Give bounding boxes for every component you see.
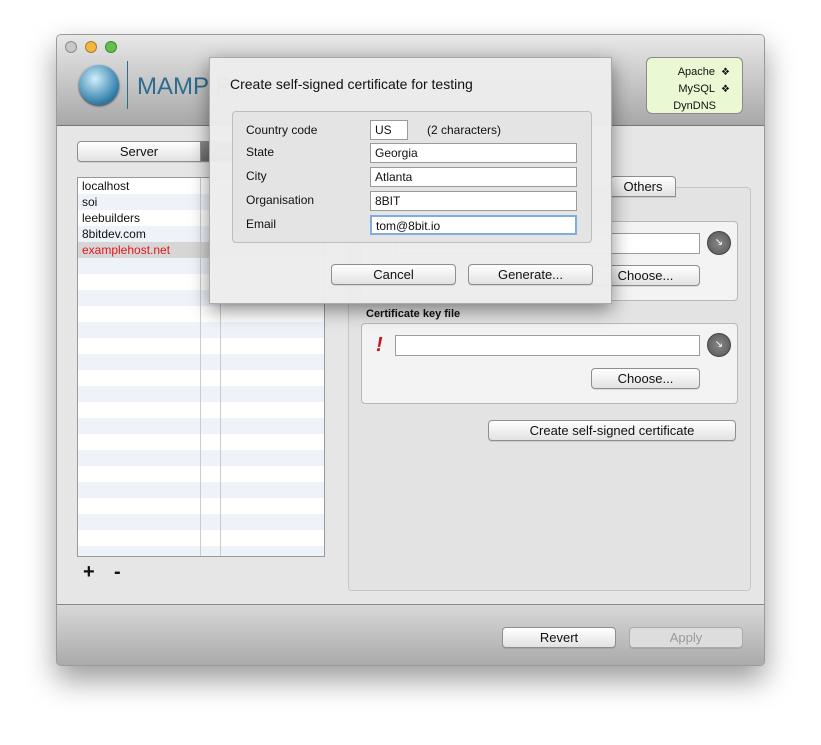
server-status-panel: Apache ❖ MySQL ❖ DynDNS	[646, 57, 743, 114]
list-item[interactable]: leebuilders	[78, 210, 200, 226]
diamond-icon: ❖	[721, 67, 730, 78]
reveal-folder-icon[interactable]: ↘	[707, 333, 731, 357]
country-code-label: Country code	[246, 123, 318, 137]
organisation-label: Organisation	[246, 193, 315, 207]
minimize-button[interactable]	[85, 41, 97, 53]
email-input[interactable]: tom@8bit.io	[370, 215, 577, 235]
list-item[interactable]: soi	[78, 194, 200, 210]
dialog-form: Country code US (2 characters) State Geo…	[232, 111, 592, 243]
reveal-folder-icon[interactable]: ↘	[707, 231, 731, 255]
warning-icon: !	[376, 334, 383, 356]
country-code-hint: (2 characters)	[427, 123, 502, 137]
close-button[interactable]	[65, 41, 77, 53]
status-mysql: MySQL ❖	[678, 83, 730, 95]
state-label: State	[246, 145, 275, 159]
city-input[interactable]: Atlanta	[370, 167, 577, 187]
country-code-input[interactable]: US	[370, 120, 408, 140]
choose-key-button[interactable]: Choose...	[591, 368, 700, 389]
status-dyndns: DynDNS	[673, 100, 716, 112]
certificate-key-group: ! ↘ Choose...	[361, 323, 738, 404]
state-input[interactable]: Georgia	[370, 143, 577, 163]
dialog-title: Create self-signed certificate for testi…	[230, 76, 473, 92]
apply-button: Apply	[629, 627, 743, 648]
segment-server[interactable]: Server	[77, 141, 201, 162]
certificate-key-input[interactable]	[395, 335, 700, 356]
cancel-button[interactable]: Cancel	[331, 264, 456, 285]
status-apache: Apache ❖	[677, 66, 730, 78]
create-certificate-dialog: Create self-signed certificate for testi…	[209, 57, 612, 304]
create-self-signed-certificate-button[interactable]: Create self-signed certificate	[488, 420, 736, 441]
organisation-input[interactable]: 8BIT	[370, 191, 577, 211]
divider	[127, 61, 128, 109]
city-label: City	[246, 169, 267, 183]
tab-others[interactable]: Others	[610, 176, 676, 197]
mamp-logo-icon	[79, 65, 119, 105]
list-item[interactable]: 8bitdev.com	[78, 226, 200, 242]
zoom-button[interactable]	[105, 41, 117, 53]
diamond-icon: ❖	[721, 84, 730, 95]
add-host-button[interactable]: +	[83, 561, 95, 584]
remove-host-button[interactable]: -	[114, 561, 121, 584]
generate-button[interactable]: Generate...	[468, 264, 593, 285]
certificate-key-label: Certificate key file	[366, 308, 461, 320]
bottom-bar: Revert Apply	[57, 604, 764, 665]
email-label: Email	[246, 217, 277, 231]
list-item[interactable]: localhost	[78, 178, 200, 194]
revert-button[interactable]: Revert	[502, 627, 616, 648]
